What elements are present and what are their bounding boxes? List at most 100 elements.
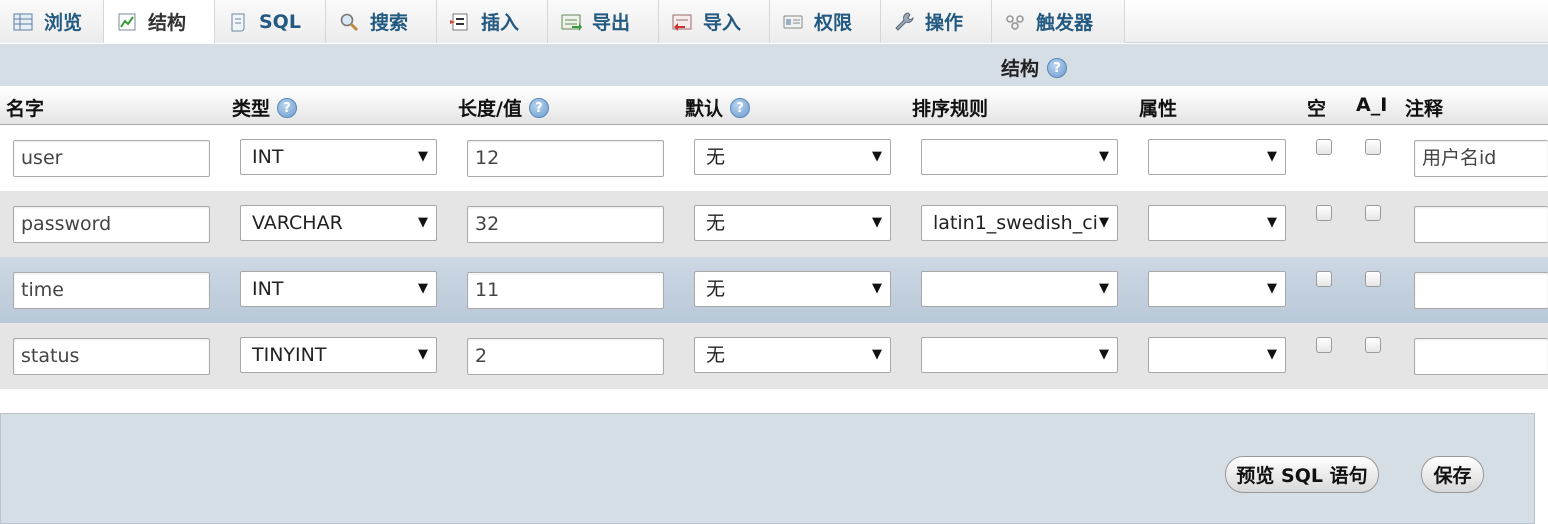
- header-null: 空: [1307, 94, 1326, 121]
- action-panel: 预览 SQL 语句 保存: [0, 413, 1535, 524]
- select-value: 无: [706, 212, 726, 234]
- tab-label: 导入: [703, 12, 742, 34]
- header-name-label: 名字: [6, 98, 45, 120]
- wrench-icon: [895, 11, 914, 31]
- null-checkbox[interactable]: [1316, 271, 1332, 287]
- chevron-down-icon: ▼: [418, 281, 428, 296]
- chevron-down-icon: ▼: [418, 149, 428, 164]
- chevron-down-icon: ▼: [1267, 215, 1277, 230]
- tab-label: 操作: [925, 12, 964, 34]
- null-checkbox[interactable]: [1316, 337, 1332, 353]
- column-length-input[interactable]: 12: [467, 140, 664, 177]
- select-value: TINYINT: [252, 344, 327, 366]
- tab-label: 导出: [592, 12, 631, 34]
- table-row: password VARCHAR ▼ 32 无 ▼ latin1_swedish_c…: [0, 191, 1548, 257]
- chevron-down-icon: ▼: [1267, 281, 1277, 296]
- tab-export[interactable]: 导出: [548, 0, 659, 43]
- column-default-select[interactable]: 无 ▼: [694, 205, 891, 241]
- tab-privileges[interactable]: 权限: [770, 0, 881, 43]
- structure-title: 结构 ?: [1001, 54, 1068, 81]
- privileges-icon: [783, 15, 803, 28]
- tab-bar: 浏览 结构 SQL 搜索 插入 导出 导入 权限 操作 触发器: [0, 0, 1548, 44]
- column-name-input[interactable]: status: [13, 338, 210, 375]
- tab-operations[interactable]: 操作: [881, 0, 992, 43]
- column-name-input[interactable]: time: [13, 272, 210, 309]
- tab-import[interactable]: 导入: [659, 0, 770, 43]
- column-collation-select[interactable]: ▼: [921, 271, 1118, 307]
- column-length-input[interactable]: 11: [467, 272, 664, 309]
- header-collation-label: 排序规则: [912, 98, 989, 120]
- chevron-down-icon: ▼: [1099, 149, 1109, 164]
- structure-title-text: 结构: [1001, 58, 1040, 80]
- sql-scroll-icon: [231, 13, 245, 31]
- header-type: 类型?: [232, 94, 298, 121]
- ai-checkbox[interactable]: [1365, 205, 1381, 221]
- structure-icon: [118, 13, 136, 30]
- column-name-input[interactable]: user: [13, 140, 210, 177]
- header-attributes: 属性: [1139, 94, 1177, 121]
- column-header-row: 名字 类型? 长度/值? 默认? 排序规则 属性 空 A_I 注释: [0, 88, 1548, 125]
- column-type-select[interactable]: INT ▼: [240, 139, 437, 175]
- chevron-down-icon: ▼: [418, 347, 428, 362]
- preview-sql-button[interactable]: 预览 SQL 语句: [1225, 456, 1379, 493]
- column-attributes-select[interactable]: ▼: [1148, 271, 1286, 307]
- save-button[interactable]: 保存: [1421, 456, 1484, 493]
- column-comment-input[interactable]: [1414, 272, 1548, 309]
- ai-checkbox[interactable]: [1365, 337, 1381, 353]
- column-name-input[interactable]: password: [13, 206, 210, 243]
- tab-sql[interactable]: SQL: [215, 0, 326, 43]
- header-length-label: 长度/值: [458, 98, 522, 120]
- chevron-down-icon: ▼: [872, 149, 882, 164]
- column-attributes-select[interactable]: ▼: [1148, 139, 1286, 175]
- header-null-label: 空: [1307, 98, 1327, 120]
- ai-checkbox[interactable]: [1365, 271, 1381, 287]
- table-row: time INT ▼ 11 无 ▼ ▼ ▼: [0, 257, 1548, 323]
- column-length-input[interactable]: 32: [467, 206, 664, 243]
- column-collation-select[interactable]: ▼: [921, 337, 1118, 373]
- tab-structure[interactable]: 结构: [104, 0, 215, 44]
- header-ai: A_I: [1356, 94, 1387, 116]
- tab-browse[interactable]: 浏览: [0, 0, 104, 43]
- chevron-down-icon: ▼: [1099, 281, 1109, 296]
- column-comment-input[interactable]: [1414, 206, 1548, 243]
- export-icon: [561, 14, 582, 31]
- help-icon[interactable]: ?: [277, 97, 298, 118]
- tab-search[interactable]: 搜索: [326, 0, 437, 43]
- column-collation-select[interactable]: ▼: [921, 139, 1118, 175]
- null-checkbox[interactable]: [1316, 205, 1332, 221]
- table-row: status TINYINT ▼ 2 无 ▼ ▼ ▼: [0, 323, 1548, 389]
- header-ai-label: A_I: [1356, 94, 1388, 116]
- tab-triggers[interactable]: 触发器: [992, 0, 1125, 43]
- select-value: 无: [706, 146, 726, 168]
- ai-checkbox[interactable]: [1365, 139, 1381, 155]
- header-comment-label: 注释: [1405, 98, 1444, 120]
- help-icon[interactable]: ?: [730, 97, 751, 118]
- magnifier-icon: [340, 13, 359, 31]
- select-value: latin1_swedish_ci: [933, 212, 1098, 234]
- column-type-select[interactable]: TINYINT ▼: [240, 337, 437, 373]
- column-default-select[interactable]: 无 ▼: [694, 139, 891, 175]
- help-icon[interactable]: ?: [1047, 57, 1068, 78]
- column-collation-select[interactable]: latin1_swedish_ci ▼: [921, 205, 1118, 241]
- column-comment-input[interactable]: [1414, 338, 1548, 375]
- column-attributes-select[interactable]: ▼: [1148, 337, 1286, 373]
- column-type-select[interactable]: INT ▼: [240, 271, 437, 307]
- select-value: 无: [706, 278, 726, 300]
- column-default-select[interactable]: 无 ▼: [694, 271, 891, 307]
- null-checkbox[interactable]: [1316, 139, 1332, 155]
- import-icon: [672, 14, 692, 31]
- column-comment-input[interactable]: 用户名id: [1414, 140, 1548, 177]
- column-attributes-select[interactable]: ▼: [1148, 205, 1286, 241]
- tab-label: 触发器: [1036, 12, 1094, 34]
- tab-insert[interactable]: 插入: [437, 0, 548, 43]
- column-default-select[interactable]: 无 ▼: [694, 337, 891, 373]
- header-comment: 注释: [1405, 94, 1443, 121]
- help-icon[interactable]: ?: [528, 97, 549, 118]
- tab-label: 插入: [481, 12, 520, 34]
- header-type-label: 类型: [232, 98, 271, 120]
- chevron-down-icon: ▼: [872, 281, 882, 296]
- chevron-down-icon: ▼: [872, 215, 882, 230]
- column-type-select[interactable]: VARCHAR ▼: [240, 205, 437, 241]
- header-default-label: 默认: [685, 98, 724, 120]
- column-length-input[interactable]: 2: [467, 338, 664, 375]
